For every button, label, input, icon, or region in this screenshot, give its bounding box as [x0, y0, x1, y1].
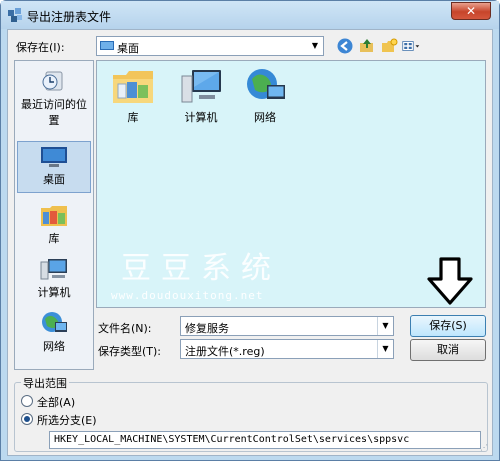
list-item-network[interactable]: 网络: [237, 67, 293, 125]
save-button[interactable]: 保存(S): [410, 315, 486, 337]
up-folder-icon[interactable]: [358, 37, 376, 55]
save-in-value: 桌面: [117, 42, 139, 55]
list-item-libraries[interactable]: 库: [105, 67, 161, 125]
item-label: 库: [127, 111, 139, 124]
export-range-title: 导出范围: [21, 375, 69, 391]
places-bar: 最近访问的位置 桌面 库 计算机 网络: [14, 60, 94, 370]
resize-grip-icon[interactable]: ⋰: [480, 443, 490, 453]
place-label: 计算机: [37, 286, 71, 299]
save-in-dropdown[interactable]: 桌面 ▼: [96, 36, 324, 56]
registry-editor-icon: [8, 8, 22, 22]
place-label: 最近访问的位置: [21, 98, 87, 127]
item-label: 计算机: [184, 111, 218, 124]
place-computer[interactable]: 计算机: [17, 253, 91, 305]
place-label: 库: [48, 232, 60, 245]
watermark-title: 豆豆系统: [121, 251, 281, 286]
save-type-select[interactable]: 注册文件(*.reg) ▼: [180, 339, 394, 359]
list-item-computer[interactable]: 计算机: [173, 67, 229, 125]
place-recent[interactable]: 最近访问的位置: [17, 65, 91, 127]
cancel-button[interactable]: 取消: [410, 339, 486, 361]
place-network[interactable]: 网络: [17, 307, 91, 359]
file-name-label: 文件名(N):: [98, 322, 152, 335]
radio-selected-branch[interactable]: [21, 413, 33, 425]
network-icon: [42, 312, 67, 332]
computer-icon: [181, 70, 221, 103]
chevron-down-icon[interactable]: ▼: [377, 317, 393, 335]
place-label: 网络: [43, 340, 65, 353]
save-type-value: 注册文件(*.reg): [185, 345, 265, 358]
item-label: 网络: [254, 111, 276, 124]
title-bar[interactable]: 导出注册表文件 ✕: [1, 1, 499, 29]
file-name-value: 修复服务: [185, 322, 229, 335]
libraries-icon: [41, 206, 67, 226]
file-list-view[interactable]: 库 计算机 网络 豆豆系统 www.doudouxitong.net: [96, 60, 486, 308]
watermark-url: www.doudouxitong.net: [111, 289, 264, 302]
close-icon: ✕: [465, 4, 477, 18]
recent-places-icon: [42, 71, 63, 91]
save-type-label: 保存类型(T):: [98, 345, 162, 358]
desktop-icon: [41, 147, 67, 167]
arrow-down-icon: [427, 257, 473, 305]
radio-branch-label[interactable]: 所选分支(E): [37, 412, 97, 428]
dialog-body: 保存在(I): 桌面 ▼ 最近访问的位置 桌面 库 计算机 网络 库 计算机 网…: [7, 29, 493, 456]
export-registry-dialog: 导出注册表文件 ✕ 保存在(I): 桌面 ▼ 最近访问的位置 桌面 库 计算机 …: [0, 0, 500, 461]
export-range-group: 导出范围 全部(A) 所选分支(E) HKEY_LOCAL_MACHINE\SY…: [14, 375, 488, 452]
place-label: 桌面: [43, 173, 65, 186]
network-icon: [247, 69, 285, 99]
save-in-label: 保存在(I):: [16, 41, 65, 54]
window-title: 导出注册表文件: [27, 10, 112, 24]
close-button[interactable]: ✕: [451, 2, 491, 20]
desktop-icon: [100, 41, 114, 50]
new-folder-icon[interactable]: [380, 37, 398, 55]
place-desktop[interactable]: 桌面: [17, 141, 91, 193]
radio-all-label[interactable]: 全部(A): [37, 394, 75, 410]
chevron-down-icon[interactable]: ▼: [377, 340, 393, 358]
view-menu-icon[interactable]: [402, 37, 420, 55]
computer-icon: [40, 259, 67, 280]
branch-path-input[interactable]: HKEY_LOCAL_MACHINE\SYSTEM\CurrentControl…: [49, 431, 481, 449]
radio-all[interactable]: [21, 395, 33, 407]
libraries-folder-icon: [113, 71, 153, 103]
chevron-down-icon[interactable]: ▼: [307, 37, 323, 55]
file-name-input[interactable]: 修复服务 ▼: [180, 316, 394, 336]
place-libraries[interactable]: 库: [17, 199, 91, 251]
back-icon[interactable]: [336, 37, 354, 55]
